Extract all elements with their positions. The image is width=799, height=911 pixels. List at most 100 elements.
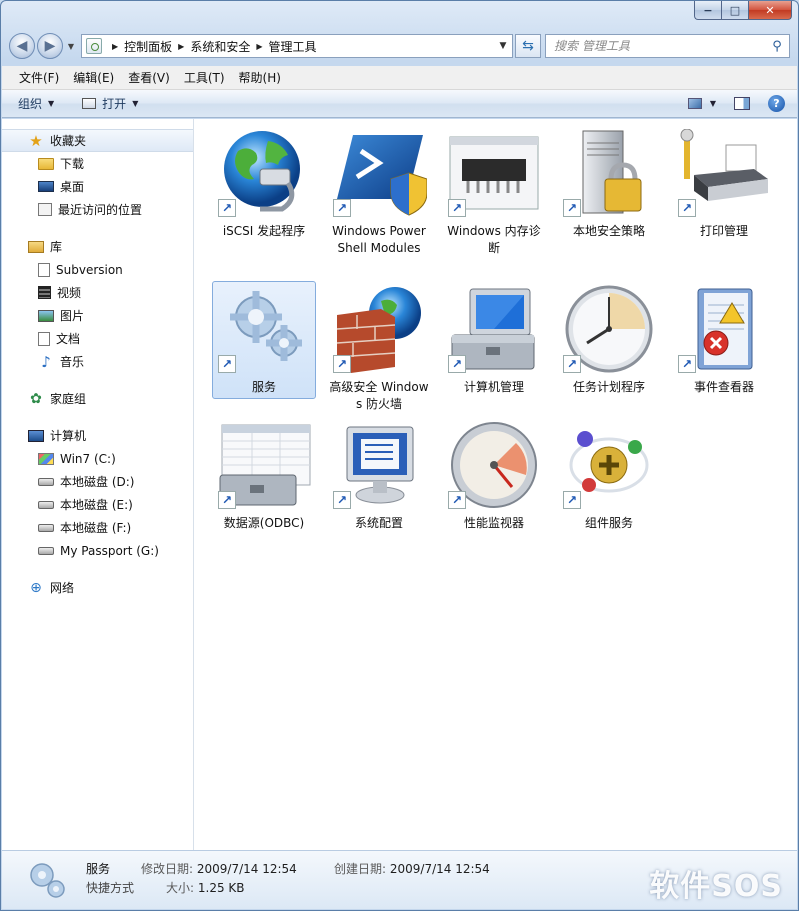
nav-computer-label: 计算机 <box>50 429 87 443</box>
nav-desktop[interactable]: 桌面 <box>2 175 193 198</box>
nav-downloads-label: 下载 <box>60 157 85 171</box>
menu-help[interactable]: 帮助(H) <box>232 67 288 88</box>
file-item-local-security-policy[interactable]: ↗ 本地安全策略 <box>557 129 661 240</box>
address-history-dropdown[interactable]: ▼ <box>494 41 512 51</box>
file-item-odbc[interactable]: ↗ 数据源(ODBC) <box>212 421 316 532</box>
open-button[interactable]: 打开 ▼ <box>82 95 138 112</box>
menu-edit[interactable]: 编辑(E) <box>66 67 121 88</box>
detail-size-value: 1.25 KB <box>197 881 245 895</box>
detail-size: 大小: 1.25 KB <box>166 879 245 896</box>
maximize-button[interactable]: □ <box>721 1 748 20</box>
preview-pane-icon[interactable] <box>734 97 750 110</box>
content-area: ★ 收藏夹 下载 桌面 最近访问的位置 库 Subversion 视频 图片 文… <box>2 119 797 850</box>
address-bar[interactable]: ▶ 控制面板 ▶ 系统和安全 ▶ 管理工具 ▼ <box>81 34 513 58</box>
close-button[interactable]: ✕ <box>748 1 792 20</box>
detail-created: 创建日期: 2009/7/14 12:54 <box>334 860 490 877</box>
detail-modified-label: 修改日期: <box>141 862 194 876</box>
file-item-memory-diagnostic[interactable]: ↗ Windows 内存诊断 <box>442 129 546 257</box>
file-item-component-services[interactable]: ↗ 组件服务 <box>557 421 661 532</box>
recent-pages-dropdown[interactable]: ▼ <box>65 42 77 51</box>
open-label: 打开 <box>102 97 127 111</box>
shortcut-arrow-icon: ↗ <box>333 355 351 373</box>
nav-music[interactable]: ♪ 音乐 <box>2 350 193 373</box>
nav-recent-places[interactable]: 最近访问的位置 <box>2 198 193 221</box>
menu-view[interactable]: 查看(V) <box>121 67 177 88</box>
nav-pictures-label: 图片 <box>60 309 85 323</box>
menu-file[interactable]: 文件(F) <box>12 67 66 88</box>
nav-subversion[interactable]: Subversion <box>2 258 193 281</box>
star-icon: ★ <box>29 131 43 150</box>
nav-desktop-label: 桌面 <box>60 180 85 194</box>
nav-drive-f[interactable]: 本地磁盘 (F:) <box>2 516 193 539</box>
nav-favorites[interactable]: ★ 收藏夹 <box>2 129 193 152</box>
search-icon[interactable]: ⚲ <box>765 39 789 54</box>
command-bar: 组织 ▼ 打开 ▼ ▼ ? <box>2 90 797 118</box>
shortcut-arrow-icon: ↗ <box>448 355 466 373</box>
file-item-iscsi[interactable]: ↗ iSCSI 发起程序 <box>212 129 316 240</box>
favorites-group: ★ 收藏夹 下载 桌面 最近访问的位置 <box>2 129 193 221</box>
nav-libraries[interactable]: 库 <box>2 235 193 258</box>
file-item-task-scheduler[interactable]: ↗ 任务计划程序 <box>557 285 661 396</box>
organize-button[interactable]: 组织 ▼ <box>18 95 54 112</box>
chevron-right-icon[interactable]: ▶ <box>178 42 184 51</box>
file-item-computer-management[interactable]: ↗ 计算机管理 <box>442 285 546 396</box>
nav-drive-e[interactable]: 本地磁盘 (E:) <box>2 493 193 516</box>
nav-drive-g[interactable]: My Passport (G:) <box>2 539 193 562</box>
desktop-icon <box>38 181 54 192</box>
file-label: 高级安全 Windows 防火墙 <box>329 380 429 411</box>
file-item-event-viewer[interactable]: ↗ 事件查看器 <box>672 285 776 396</box>
computer-icon <box>28 429 44 442</box>
shortcut-arrow-icon: ↗ <box>563 199 581 217</box>
control-panel-icon <box>86 38 102 54</box>
detail-size-label: 大小: <box>166 881 195 895</box>
back-button[interactable]: ◀ <box>9 33 35 59</box>
forward-button[interactable]: ▶ <box>37 33 63 59</box>
nav-computer[interactable]: 计算机 <box>2 424 193 447</box>
file-item-firewall[interactable]: ↗ 高级安全 Windows 防火墙 <box>327 285 431 413</box>
nav-documents[interactable]: 文档 <box>2 327 193 350</box>
menu-tools[interactable]: 工具(T) <box>177 67 232 88</box>
nav-downloads[interactable]: 下载 <box>2 152 193 175</box>
nav-videos[interactable]: 视频 <box>2 281 193 304</box>
breadcrumb-control-panel[interactable]: 控制面板 <box>124 38 172 55</box>
chevron-right-icon[interactable]: ▶ <box>256 42 262 51</box>
breadcrumb-system-security[interactable]: 系统和安全 <box>190 38 250 55</box>
menu-bar: 文件(F) 编辑(E) 查看(V) 工具(T) 帮助(H) <box>2 66 797 90</box>
file-label: iSCSI 发起程序 <box>222 224 306 238</box>
file-item-services[interactable]: ↗ 服务 <box>212 281 316 399</box>
chevron-right-icon[interactable]: ▶ <box>112 42 118 51</box>
detail-modified: 修改日期: 2009/7/14 12:54 <box>141 860 297 877</box>
file-item-performance-monitor[interactable]: ↗ 性能监视器 <box>442 421 546 532</box>
file-label: 服务 <box>251 380 276 394</box>
help-icon[interactable]: ? <box>768 95 785 112</box>
homegroup-icon: ✿ <box>30 390 42 407</box>
video-icon <box>38 286 51 299</box>
change-view-icon[interactable] <box>687 98 702 109</box>
detail-file-type: 快捷方式 <box>86 881 135 895</box>
nav-drive-d[interactable]: 本地磁盘 (D:) <box>2 470 193 493</box>
forward-arrow-icon: ▶ <box>44 38 56 54</box>
shortcut-arrow-icon: ↗ <box>563 491 581 509</box>
nav-drive-c-label: Win7 (C:) <box>60 451 116 466</box>
nav-drive-c[interactable]: Win7 (C:) <box>2 447 193 470</box>
nav-favorites-label: 收藏夹 <box>50 134 87 148</box>
nav-homegroup[interactable]: ✿ 家庭组 <box>2 387 193 410</box>
view-options-dropdown[interactable]: ▼ <box>710 99 716 108</box>
file-item-system-configuration[interactable]: ↗ 系统配置 <box>327 421 431 532</box>
nav-network[interactable]: ⊕ 网络 <box>2 576 193 599</box>
search-input[interactable] <box>554 39 765 53</box>
chevron-down-icon: ▼ <box>132 99 139 108</box>
shortcut-arrow-icon: ↗ <box>218 491 236 509</box>
minimize-button[interactable]: − <box>694 1 721 20</box>
shortcut-arrow-icon: ↗ <box>678 199 696 217</box>
file-item-print-management[interactable]: ↗ 打印管理 <box>672 128 776 240</box>
subversion-icon <box>38 262 50 277</box>
refresh-button[interactable]: ⇆ <box>515 34 541 58</box>
recent-places-icon <box>38 203 52 216</box>
nav-pictures[interactable]: 图片 <box>2 304 193 327</box>
computer-group: 计算机 Win7 (C:) 本地磁盘 (D:) 本地磁盘 (E:) 本地磁盘 (… <box>2 424 193 562</box>
windows-drive-icon <box>38 452 54 465</box>
breadcrumb-admin-tools[interactable]: 管理工具 <box>269 38 317 55</box>
nav-recent-label: 最近访问的位置 <box>58 203 143 217</box>
file-item-powershell-modules[interactable]: ↗ Windows PowerShell Modules <box>327 129 431 257</box>
